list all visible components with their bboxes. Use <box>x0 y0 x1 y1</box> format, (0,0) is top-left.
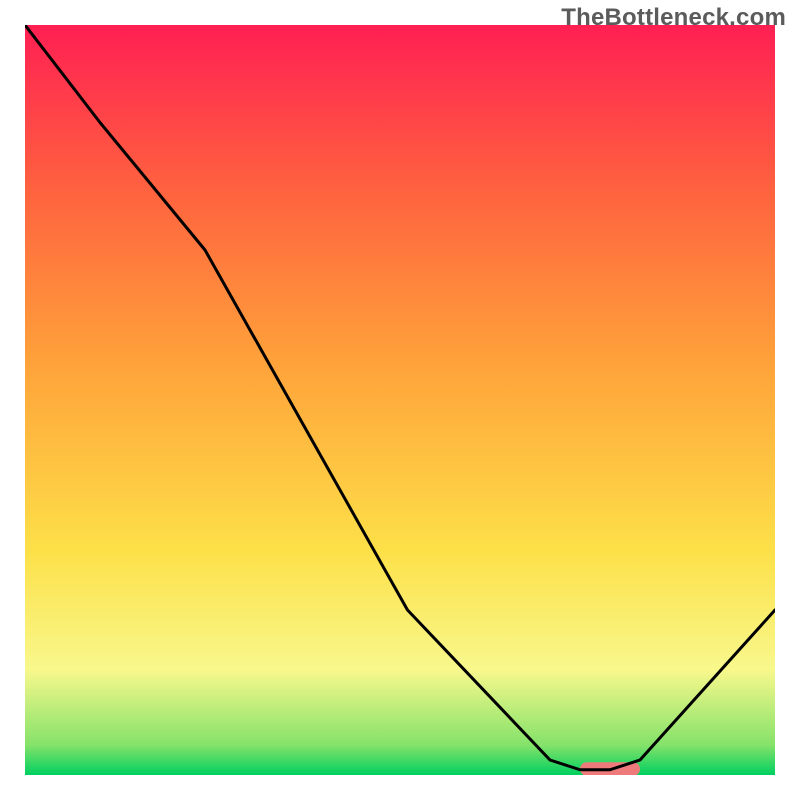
chart-overlay <box>25 25 775 775</box>
curve-path <box>25 25 775 770</box>
watermark-text: TheBottleneck.com <box>561 4 786 32</box>
chart-container: TheBottleneck.com <box>0 0 800 800</box>
plot-area <box>25 25 775 775</box>
